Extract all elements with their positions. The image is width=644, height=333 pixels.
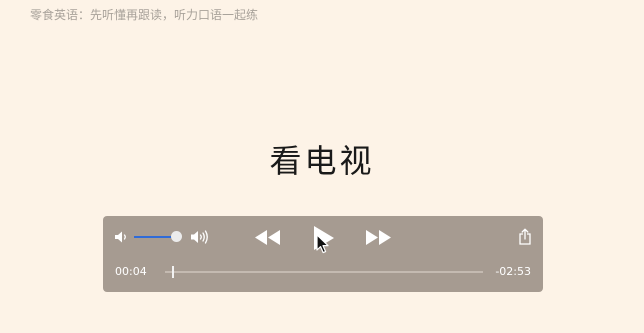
page-title: 看电视 [269,142,375,180]
share-icon[interactable] [518,228,532,245]
rewind-icon[interactable] [254,229,282,246]
progress-scrubber[interactable] [165,266,483,278]
speaker-high-icon[interactable] [190,229,212,245]
mouse-cursor-icon [316,234,329,254]
remaining-time: -02:53 [495,265,531,278]
volume-slider-fill [134,236,177,238]
progress-scrubber-knob[interactable] [172,266,175,278]
fast-forward-icon[interactable] [364,229,392,246]
page-subtitle: 零食英语：先听懂再跟读，听力口语一起练 [30,8,259,22]
volume-slider-knob[interactable] [171,231,183,242]
audio-player: 00:04 -02:53 [103,216,543,292]
elapsed-time: 00:04 [115,265,147,278]
volume-slider[interactable] [134,231,183,242]
speaker-low-icon[interactable] [114,230,130,244]
